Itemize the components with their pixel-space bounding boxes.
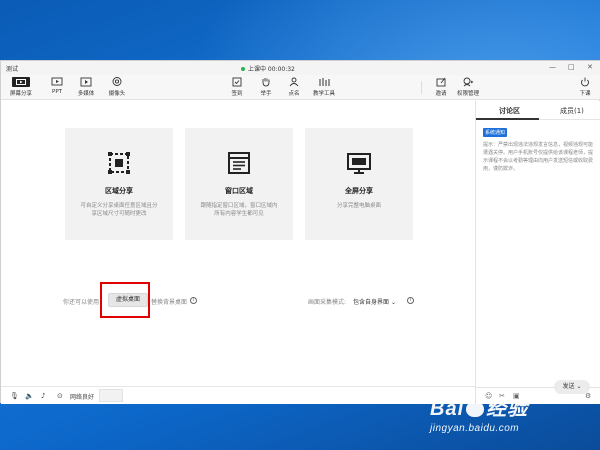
tool-teaching[interactable]: 教学工具: [309, 77, 339, 97]
location-icon[interactable]: ⊙: [57, 392, 63, 400]
raise-hand-icon: [262, 78, 270, 87]
chevron-down-icon: ⌄: [390, 299, 396, 306]
tool-invite[interactable]: 邀请: [426, 77, 456, 97]
tool-label: 签到: [231, 91, 243, 97]
tool-label: 权限管理: [456, 91, 479, 97]
card-desc: 跟随指定窗口区域，窗口区域内所有内容学生都可见: [200, 203, 278, 217]
card-desc: 分享完整电脑桌面: [336, 203, 381, 209]
live-status-text: 上课中 00:00:32: [248, 66, 295, 73]
discussion-panel: 讨论区 成员(1) 系统通知 提示：严禁出现违法违规发言信息，视频违规可能遭遇关…: [475, 101, 600, 404]
tab-members[interactable]: 成员(1): [560, 106, 584, 116]
invite-icon: [436, 77, 446, 87]
live-dot-icon: [241, 66, 245, 71]
tool-label: 屏幕分享: [9, 91, 32, 97]
title-bar: 测试 上课中 00:00:32 — □ ✕: [1, 61, 600, 75]
active-tab-indicator: [476, 118, 539, 120]
capture-mode-label: 画面采集模式:: [308, 299, 347, 306]
tool-end-class[interactable]: 下课: [573, 77, 597, 97]
tool-label: 点名: [288, 91, 300, 97]
send-button[interactable]: 发送 ⌄: [554, 380, 590, 394]
end-class-icon: [581, 77, 589, 87]
maximize-icon[interactable]: □: [568, 63, 575, 71]
info-icon[interactable]: i: [190, 297, 197, 304]
tab-discussion[interactable]: 讨论区: [499, 106, 520, 116]
tool-camera[interactable]: 摄像头: [102, 77, 132, 97]
tool-label: 教学工具: [312, 91, 335, 97]
info-icon[interactable]: i: [407, 297, 414, 304]
chevron-down-icon: ⌄: [576, 383, 582, 390]
tool-signin[interactable]: 签到: [222, 77, 252, 97]
camera-icon: [112, 77, 122, 86]
region-share-icon: [108, 152, 130, 174]
fullscreen-share-card[interactable]: 全屏分享 分享完整电脑桌面: [305, 128, 413, 240]
region-share-card[interactable]: 区域分享 可自定义分享桌面任意区域且分享区域尺寸可随时更改: [65, 128, 173, 240]
toolbar: 屏幕分享 PPT 多媒体 摄像头 签到 举手 点名 教学工具 邀请 权限管理 下…: [1, 75, 600, 100]
tool-label: 多媒体: [77, 91, 95, 97]
minimize-icon[interactable]: —: [549, 63, 556, 71]
capture-mode-select[interactable]: 包含自身界面 ⌄: [353, 297, 396, 306]
emoji-icon[interactable]: ☺: [485, 392, 492, 400]
live-status: 上课中 00:00:32: [241, 64, 295, 73]
system-notice: 系统通知 提示：严禁出现违法违规发言信息，视频违规可能遭遇关停。用户手机账号仅提…: [483, 128, 595, 173]
watermark-url: jingyan.baidu.com: [430, 423, 520, 434]
network-indicator: [99, 389, 123, 402]
ppt-icon: [51, 77, 63, 86]
tool-label: 邀请: [435, 91, 447, 97]
scissors-icon[interactable]: ✂: [499, 392, 505, 400]
status-bar: 🎙 🔈 ♪ ⊙ 网络良好: [1, 386, 475, 404]
tool-permission[interactable]: 权限管理: [453, 77, 483, 97]
music-icon[interactable]: ♪: [41, 392, 45, 400]
close-icon[interactable]: ✕: [587, 63, 593, 71]
fullscreen-share-icon: [347, 153, 371, 174]
card-title: 区域分享: [105, 187, 133, 195]
tool-media[interactable]: 多媒体: [71, 77, 101, 97]
signin-icon: [232, 77, 242, 87]
notice-text: 提示：严禁出现违法违规发言信息，视频违规可能遭遇关停。用户手机账号仅提供给该课程…: [483, 142, 594, 172]
card-desc: 可自定义分享桌面任意区域且分享区域尺寸可随时更改: [80, 203, 158, 217]
permission-icon: [463, 77, 474, 87]
microphone-icon[interactable]: 🎙: [10, 392, 19, 400]
tool-screen-share[interactable]: 屏幕分享: [6, 77, 36, 97]
tool-raise-hand[interactable]: 举手: [251, 77, 281, 97]
roll-call-icon: [289, 77, 299, 87]
classroom-window: 测试 上课中 00:00:32 — □ ✕ 屏幕分享 PPT 多媒体 摄像头 签…: [0, 60, 600, 404]
tool-label: 举手: [260, 91, 272, 97]
media-icon: [80, 77, 92, 87]
card-title: 窗口区域: [225, 187, 253, 195]
screen-share-icon: [12, 77, 30, 87]
tool-label: 下课: [579, 91, 591, 97]
window-title: 测试: [6, 66, 19, 73]
send-label: 发送: [562, 383, 575, 390]
notice-badge: 系统通知: [483, 128, 508, 137]
network-status: 网络良好: [70, 394, 95, 401]
share-panel: 区域分享 可自定义分享桌面任意区域且分享区域尺寸可随时更改 窗口区域 跟随指定窗…: [1, 101, 475, 386]
highlight-box: [100, 282, 150, 318]
panel-tabs: 讨论区 成员(1): [476, 101, 600, 120]
toolbar-divider: [421, 81, 422, 94]
tool-label: PPT: [52, 89, 62, 95]
tool-ppt[interactable]: PPT: [42, 77, 72, 95]
speaker-icon[interactable]: 🔈: [25, 392, 34, 400]
image-icon[interactable]: ▣: [513, 392, 520, 400]
teaching-tools-icon: [319, 78, 330, 86]
hint-text: 你还可以使用: [63, 299, 100, 306]
window-share-icon: [228, 152, 250, 174]
tool-roll-call[interactable]: 点名: [279, 77, 309, 97]
tool-label: 摄像头: [108, 91, 126, 97]
capture-mode-value: 包含自身界面: [353, 299, 390, 306]
switch-background-link[interactable]: 替换背景桌面: [151, 297, 187, 306]
card-title: 全屏分享: [345, 187, 373, 195]
window-share-card[interactable]: 窗口区域 跟随指定窗口区域，窗口区域内所有内容学生都可见: [185, 128, 293, 240]
